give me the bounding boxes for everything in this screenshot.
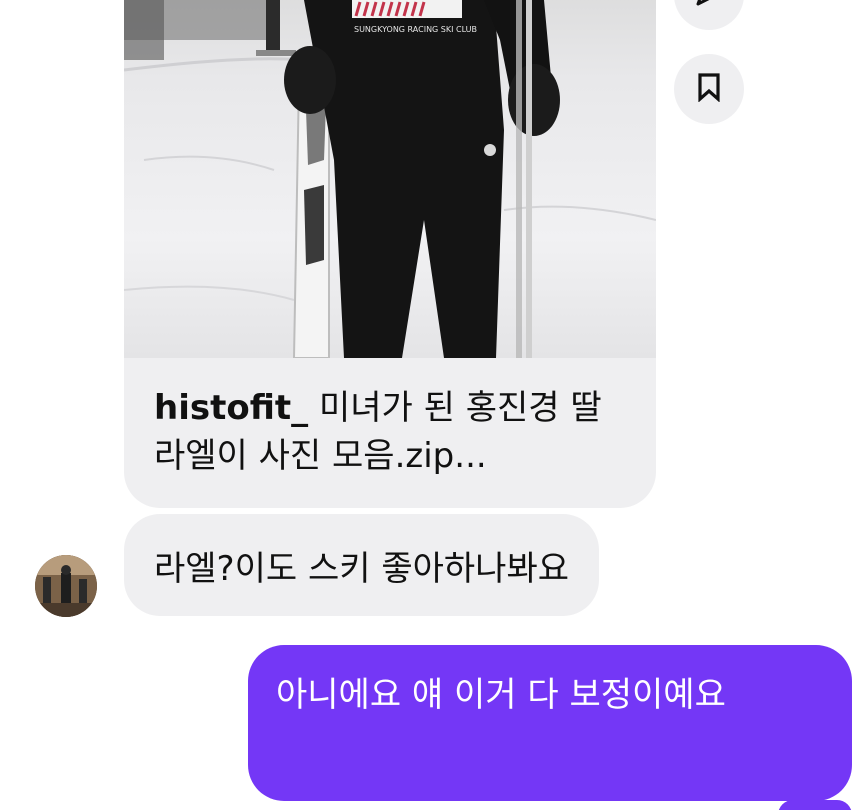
avatar-photo [35,555,97,617]
jacket-text: SUNGKYONG RACING SKI CLUB [354,25,477,34]
send-icon [694,0,724,12]
received-message-bubble[interactable]: 라엘?이도 스키 좋아하나봐요 [124,514,600,616]
sent-message-bubble[interactable]: 아니에요 얘 이거 다 보정이예요 [248,645,852,801]
received-message-text: 라엘?이도 스키 좋아하나봐요 [154,548,570,589]
next-sent-message-bubble [778,800,852,810]
post-image[interactable]: SUNGKYONG RACING SKI CLUB [124,0,656,358]
chat-screen: SUNGKYONG RACING SKI CLUB histofit_ 미녀가 … [0,0,854,810]
save-button[interactable] [674,54,744,124]
shared-post-card[interactable]: SUNGKYONG RACING SKI CLUB histofit_ 미녀가 … [124,0,656,508]
post-caption[interactable]: histofit_ 미녀가 된 홍진경 딸 라엘이 사진 모음.zip... [154,384,634,480]
sent-message-text: 아니에요 얘 이거 다 보정이예요 [276,675,726,715]
ski-photo-illustration: SUNGKYONG RACING SKI CLUB [124,0,656,358]
share-button[interactable] [674,0,744,30]
bookmark-icon [695,72,723,106]
sender-avatar[interactable] [35,555,97,617]
post-author-handle[interactable]: histofit_ [154,388,308,428]
